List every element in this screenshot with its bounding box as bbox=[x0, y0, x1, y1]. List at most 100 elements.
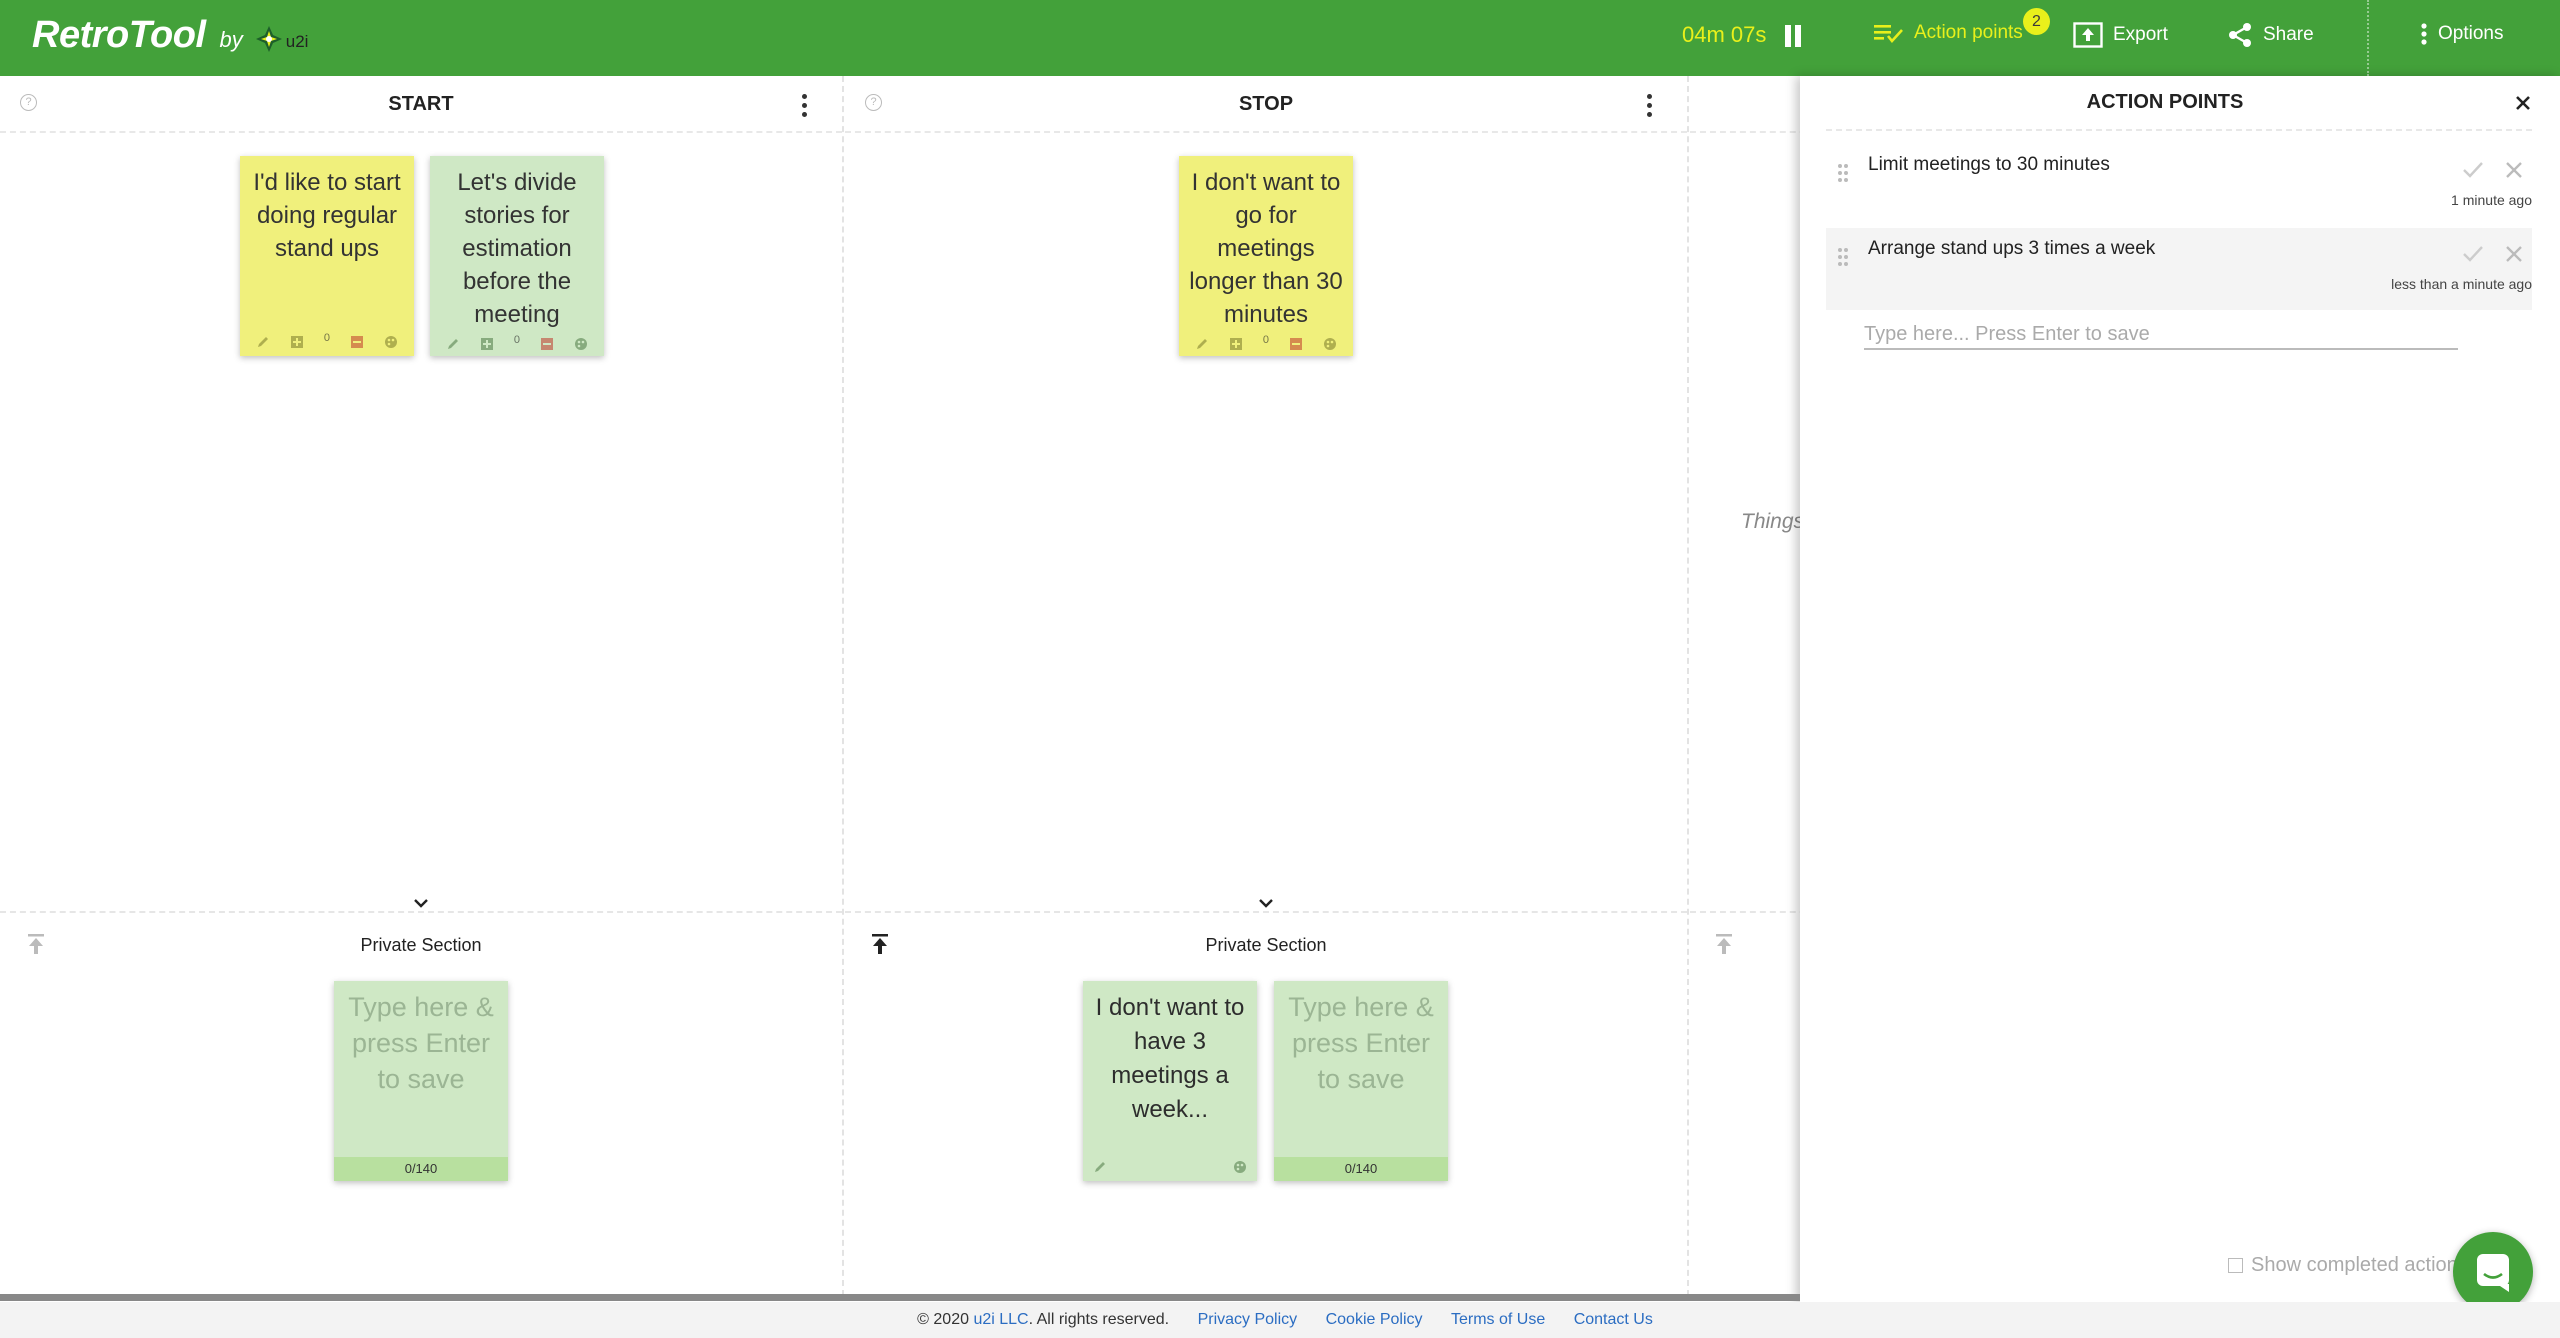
sticky-note[interactable]: Let's divide stories for estimation befo… bbox=[430, 156, 604, 356]
column-menu-icon[interactable] bbox=[1647, 94, 1653, 118]
edit-icon[interactable] bbox=[446, 337, 460, 351]
cookie-policy-link[interactable]: Cookie Policy bbox=[1326, 1311, 1423, 1328]
chat-button[interactable] bbox=[2453, 1232, 2533, 1312]
private-section-divider bbox=[0, 911, 842, 913]
company-link[interactable]: u2i LLC bbox=[973, 1311, 1028, 1328]
draft-placeholder[interactable]: Type here & press Enter to save bbox=[334, 981, 508, 1157]
action-points-label: Action points bbox=[1914, 22, 2023, 43]
new-note-draft[interactable]: Type here & press Enter to save 0/140 bbox=[334, 981, 508, 1181]
show-completed-toggle[interactable]: Show completed actions bbox=[2228, 1252, 2478, 1278]
export-icon bbox=[2073, 22, 2103, 48]
drag-handle-icon[interactable] bbox=[1838, 164, 1850, 184]
palette-icon[interactable] bbox=[1233, 1160, 1247, 1174]
char-counter: 0/140 bbox=[334, 1157, 508, 1181]
contact-us-link[interactable]: Contact Us bbox=[1574, 1311, 1653, 1328]
palette-icon[interactable] bbox=[574, 337, 588, 351]
column-title: START bbox=[388, 93, 454, 115]
panel-title: ACTION POINTS bbox=[2086, 91, 2244, 113]
draft-placeholder[interactable]: Type here & press Enter to save bbox=[1274, 981, 1448, 1157]
action-points-count-badge: 2 bbox=[2023, 8, 2050, 35]
downvote-icon[interactable] bbox=[1289, 337, 1303, 351]
more-vertical-icon bbox=[2421, 23, 2427, 45]
action-point-text: Arrange stand ups 3 times a week bbox=[1868, 238, 2156, 259]
column-header: ? START bbox=[0, 76, 842, 133]
chevron-down-icon[interactable] bbox=[1258, 896, 1274, 910]
column-title: STOP bbox=[1238, 93, 1294, 115]
upvote-icon[interactable] bbox=[290, 335, 304, 349]
copyright-suffix: . All rights reserved. bbox=[1028, 1311, 1170, 1328]
upvote-icon[interactable] bbox=[1229, 337, 1243, 351]
private-section-title: Private Section bbox=[1205, 935, 1327, 955]
show-completed-label: Show completed actions bbox=[2251, 1253, 2468, 1276]
downvote-icon[interactable] bbox=[350, 335, 364, 349]
export-button[interactable]: Export bbox=[2073, 22, 2168, 48]
note-text: I don't want to go for meetings longer t… bbox=[1189, 169, 1343, 328]
share-icon bbox=[2229, 23, 2251, 47]
options-label: Options bbox=[2438, 23, 2504, 44]
show-completed-checkbox[interactable] bbox=[2228, 1257, 2243, 1273]
palette-icon[interactable] bbox=[1323, 337, 1337, 351]
close-icon[interactable] bbox=[2512, 92, 2534, 114]
edit-icon[interactable] bbox=[1093, 1160, 1107, 1174]
action-point-text: Limit meetings to 30 minutes bbox=[1868, 154, 2110, 175]
vote-count: 0 bbox=[513, 333, 521, 346]
checklist-icon bbox=[1874, 25, 1903, 44]
by-label: by bbox=[219, 27, 243, 52]
delete-icon[interactable] bbox=[2504, 160, 2524, 180]
note-text: I don't want to have 3 meetings a week..… bbox=[1095, 994, 1245, 1123]
note-toolbar: 0 bbox=[240, 328, 414, 356]
column-start: ? START I'd like to start doing regular … bbox=[0, 76, 844, 1296]
downvote-icon[interactable] bbox=[540, 337, 554, 351]
drag-handle-icon[interactable] bbox=[1838, 248, 1850, 268]
new-action-point-input[interactable] bbox=[1864, 320, 2458, 350]
chat-icon bbox=[2477, 1254, 2509, 1292]
note-text: I'd like to start doing regular stand up… bbox=[253, 169, 401, 262]
note-toolbar: 0 bbox=[1179, 331, 1353, 356]
action-point-time: less than a minute ago bbox=[2391, 276, 2532, 292]
pause-icon[interactable] bbox=[1783, 25, 1803, 49]
note-toolbar bbox=[1083, 1153, 1257, 1181]
top-bar: RetroTool by u2i 04m 07s Action points 2… bbox=[0, 0, 2560, 76]
check-icon[interactable] bbox=[2462, 245, 2484, 263]
chevron-down-icon[interactable] bbox=[413, 896, 429, 910]
brand-name: RetroTool bbox=[32, 14, 206, 56]
new-note-draft[interactable]: Type here & press Enter to save 0/140 bbox=[1274, 981, 1448, 1181]
private-section-divider bbox=[845, 911, 1687, 913]
edit-icon[interactable] bbox=[256, 335, 270, 349]
logo[interactable]: RetroTool by u2i bbox=[32, 14, 308, 57]
private-note[interactable]: I don't want to have 3 meetings a week..… bbox=[1083, 981, 1257, 1181]
share-label: Share bbox=[2263, 24, 2314, 45]
u2i-logo-icon bbox=[255, 25, 283, 53]
action-points-button[interactable]: Action points bbox=[1874, 22, 2023, 44]
private-section-title: Private Section bbox=[360, 935, 482, 955]
horizontal-scrollbar[interactable] bbox=[0, 1294, 1800, 1301]
sticky-note[interactable]: I'd like to start doing regular stand up… bbox=[240, 156, 414, 356]
palette-icon[interactable] bbox=[384, 335, 398, 349]
terms-of-use-link[interactable]: Terms of Use bbox=[1451, 1311, 1545, 1328]
retrotool-app: RetroTool by u2i 04m 07s Action points 2… bbox=[0, 0, 2560, 1338]
pin-top-icon[interactable] bbox=[1714, 932, 1734, 956]
panel-divider bbox=[1826, 129, 2532, 131]
vote-count: 0 bbox=[1262, 333, 1270, 346]
column-empty-hint: Things bbox=[1741, 510, 1805, 533]
share-button[interactable]: Share bbox=[2227, 22, 2314, 48]
note-text: Let's divide stories for estimation befo… bbox=[457, 169, 577, 328]
footer: © 2020 u2i LLC. All rights reserved. Pri… bbox=[0, 1302, 2560, 1338]
action-point-item[interactable]: Limit meetings to 30 minutes 1 minute ag… bbox=[1826, 144, 2532, 226]
company-name: u2i bbox=[285, 32, 309, 51]
action-point-time: 1 minute ago bbox=[2451, 192, 2532, 208]
delete-icon[interactable] bbox=[2504, 244, 2524, 264]
column-header: ? STOP bbox=[845, 76, 1687, 133]
options-button[interactable]: Options bbox=[2420, 22, 2503, 46]
check-icon[interactable] bbox=[2462, 161, 2484, 179]
sticky-note[interactable]: I don't want to go for meetings longer t… bbox=[1179, 156, 1353, 356]
upvote-icon[interactable] bbox=[480, 337, 494, 351]
action-point-item[interactable]: Arrange stand ups 3 times a week less th… bbox=[1826, 228, 2532, 310]
char-counter: 0/140 bbox=[1274, 1157, 1448, 1181]
header-divider bbox=[2367, 0, 2369, 76]
column-menu-icon[interactable] bbox=[802, 94, 808, 118]
copyright-prefix: © 2020 bbox=[917, 1311, 969, 1328]
privacy-policy-link[interactable]: Privacy Policy bbox=[1198, 1311, 1298, 1328]
edit-icon[interactable] bbox=[1195, 337, 1209, 351]
retro-timer: 04m 07s bbox=[1682, 22, 1767, 47]
